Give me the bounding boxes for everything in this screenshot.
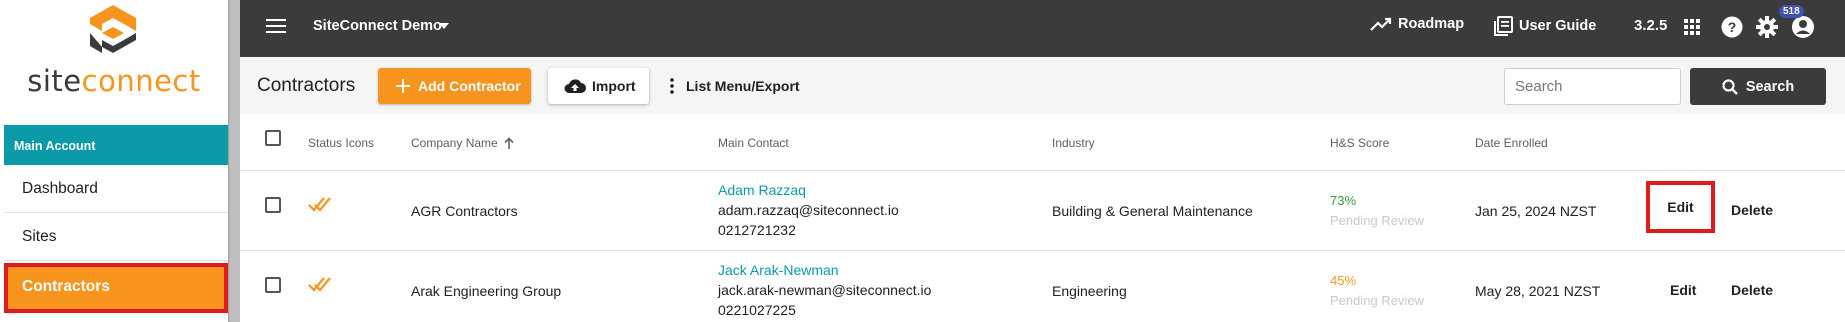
- sidebar-item-label: Sites: [22, 228, 57, 245]
- edit-button[interactable]: Edit: [1670, 282, 1696, 298]
- table-row[interactable]: Arak Engineering Group Jack Arak-Newman …: [240, 251, 1845, 322]
- company-name: AGR Contractors: [411, 203, 518, 219]
- menu-icon[interactable]: [266, 18, 286, 39]
- table-header: Status Icons Company Name Main Contact I…: [240, 114, 1845, 171]
- apps-grid-icon[interactable]: [1684, 19, 1700, 40]
- sidebar-item-label: Dashboard: [22, 180, 98, 197]
- edit-button[interactable]: Edit: [1646, 181, 1715, 233]
- roadmap-label: Roadmap: [1398, 16, 1465, 32]
- company-name: Arak Engineering Group: [411, 283, 562, 299]
- user-guide-link[interactable]: User Guide: [1493, 16, 1596, 36]
- hs-score: 73% Pending Review: [1330, 191, 1424, 231]
- industry: Engineering: [1052, 283, 1127, 299]
- logo-mark-icon: [90, 5, 136, 53]
- column-company-name[interactable]: Company Name: [411, 136, 514, 150]
- add-contractor-button[interactable]: Add Contractor: [378, 68, 531, 104]
- list-menu-export-label: List Menu/Export: [686, 78, 800, 94]
- plus-icon: [396, 79, 410, 93]
- cloud-upload-icon: [564, 79, 586, 93]
- hs-score-value: 73%: [1330, 193, 1357, 208]
- version-label: 3.2.5: [1634, 17, 1668, 34]
- list-menu-export-button[interactable]: List Menu/Export: [670, 68, 800, 104]
- account-icon[interactable]: [1791, 15, 1815, 44]
- sidebar: siteconnect Main Account Dashboard Sites…: [0, 0, 228, 322]
- more-vert-icon: [670, 78, 674, 94]
- sort-ascending-icon: [504, 137, 514, 149]
- hs-score-status: Pending Review: [1330, 293, 1424, 308]
- trending-up-icon: [1370, 17, 1392, 31]
- chevron-down-icon[interactable]: [439, 23, 449, 29]
- column-hs-score: H&S Score: [1330, 136, 1390, 150]
- double-check-icon: [308, 275, 332, 296]
- contact-email: adam.razzaq@siteconnect.io: [718, 202, 899, 218]
- column-industry: Industry: [1052, 136, 1095, 150]
- user-guide-label: User Guide: [1519, 18, 1597, 34]
- search-button[interactable]: Search: [1690, 68, 1826, 105]
- notification-badge: 518: [1779, 5, 1804, 18]
- hs-score-value: 45%: [1330, 273, 1357, 288]
- import-button[interactable]: Import: [548, 68, 649, 104]
- delete-button[interactable]: Delete: [1731, 282, 1773, 298]
- hs-score-status: Pending Review: [1330, 213, 1424, 228]
- sidebar-section-main-account: Main Account: [4, 125, 228, 165]
- contact-name-link[interactable]: Adam Razzaq: [718, 180, 899, 200]
- column-main-contact: Main Contact: [718, 136, 789, 150]
- siteconnect-logo[interactable]: siteconnect: [0, 0, 228, 115]
- search-input[interactable]: [1504, 68, 1681, 105]
- sidebar-item-sites[interactable]: Sites: [4, 213, 228, 261]
- svg-text:?: ?: [1728, 19, 1737, 35]
- project-selector[interactable]: SiteConnect Demo: [313, 18, 442, 34]
- sidebar-item-label: Contractors: [22, 278, 110, 295]
- date-enrolled: May 28, 2021 NZST: [1475, 283, 1601, 299]
- gear-icon[interactable]: [1755, 15, 1779, 44]
- help-icon[interactable]: ?: [1721, 16, 1743, 43]
- select-all-checkbox[interactable]: [265, 130, 281, 146]
- row-checkbox[interactable]: [265, 277, 281, 293]
- roadmap-link[interactable]: Roadmap: [1370, 16, 1464, 32]
- top-navbar: SiteConnect Demo Roadmap User Guide 3.2.…: [240, 0, 1845, 57]
- search-button-label: Search: [1745, 78, 1795, 95]
- search-icon: [1722, 78, 1738, 95]
- sidebar-item-dashboard[interactable]: Dashboard: [4, 165, 228, 213]
- app-window: siteconnect Main Account Dashboard Sites…: [0, 0, 1845, 322]
- add-contractor-label: Add Contractor: [418, 78, 521, 94]
- page-title: Contractors: [257, 75, 356, 96]
- column-date-enrolled: Date Enrolled: [1475, 136, 1548, 150]
- date-enrolled: Jan 25, 2024 NZST: [1475, 203, 1597, 219]
- logo-wordmark: siteconnect: [27, 64, 201, 98]
- table-row[interactable]: AGR Contractors Adam Razzaq adam.razzaq@…: [240, 171, 1845, 251]
- sidebar-item-contractors[interactable]: Contractors: [4, 263, 228, 313]
- main-contact: Adam Razzaq adam.razzaq@siteconnect.io 0…: [718, 180, 899, 240]
- import-label: Import: [592, 78, 636, 94]
- page-toolbar: Contractors Add Contractor Import List M…: [240, 57, 1845, 114]
- industry: Building & General Maintenance: [1052, 203, 1253, 219]
- main-contact: Jack Arak-Newman jack.arak-newman@siteco…: [718, 260, 931, 320]
- sidebar-divider: [228, 0, 240, 322]
- double-check-icon: [308, 195, 332, 216]
- column-company-name-label: Company Name: [411, 136, 498, 150]
- column-status-icons: Status Icons: [308, 136, 375, 150]
- row-checkbox[interactable]: [265, 197, 281, 213]
- hs-score: 45% Pending Review: [1330, 271, 1424, 311]
- contact-phone: 0221027225: [718, 302, 796, 318]
- contact-name-link[interactable]: Jack Arak-Newman: [718, 260, 931, 280]
- contact-email: jack.arak-newman@siteconnect.io: [718, 282, 932, 298]
- book-icon: [1494, 16, 1513, 36]
- contact-phone: 0212721232: [718, 222, 796, 238]
- delete-button[interactable]: Delete: [1731, 202, 1773, 218]
